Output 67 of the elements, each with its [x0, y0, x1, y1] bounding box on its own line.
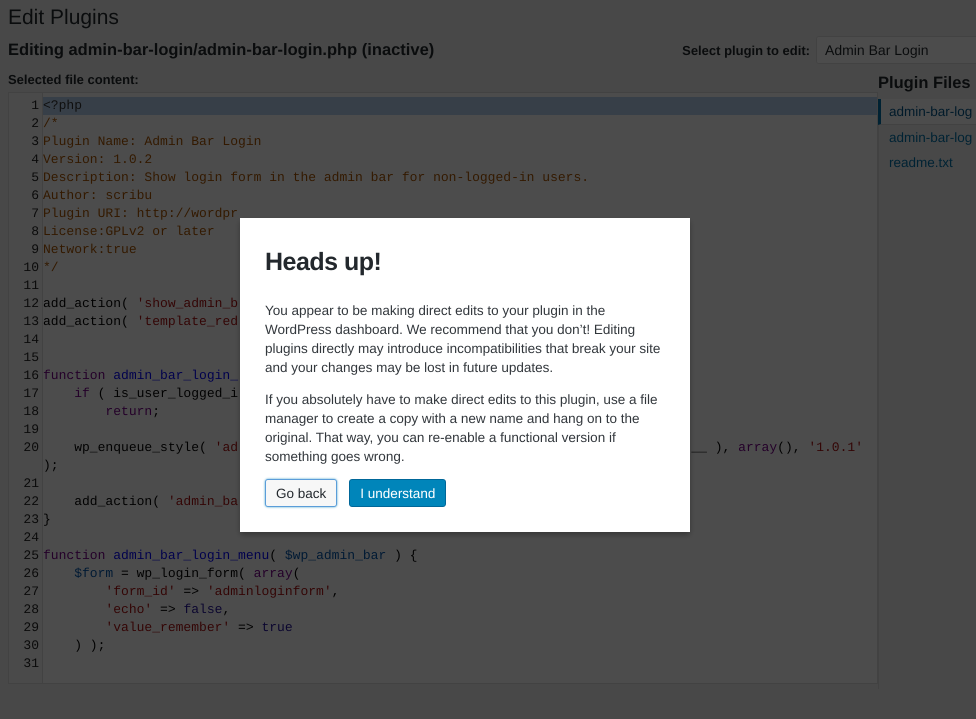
line-number: 5 [30, 169, 40, 187]
code-line: Description: Show login form in the admin bar for non-logged-in users. [43, 169, 590, 187]
code-line: ) ); [73, 637, 106, 655]
code-line: $form = wp_login_form( array( [73, 565, 300, 583]
editing-heading: Editing admin-bar-login/admin-bar-login.php (inactive) [8, 40, 434, 60]
plugin-files-heading: Plugin Files [878, 73, 972, 94]
page-title: Edit Plugins [8, 5, 120, 31]
code-line: /* [43, 115, 59, 133]
code-line: function admin_bar_login_menu( $wp_admin_bar ) { [43, 547, 418, 565]
line-number: 3 [30, 133, 40, 151]
line-number: 30 [22, 637, 40, 655]
dialog-text: If you absolutely have to make direct edits to this plugin, use a file manager to create a copy with a new name and hang on to the original. That way, you can re-enable a functional version if something goes wrong. [265, 391, 658, 466]
line-number: 21 [22, 475, 40, 493]
line-number: 1 [30, 97, 40, 115]
code-line: 'value_remember' => true [104, 619, 293, 637]
dialog-text: You appear to be making direct edits to your plugin in the WordPress dashboard. We recommend that you don’t! Editing plugins directly may introduce incompatibilities that break your site and your changes may be lost in future updates. [265, 302, 662, 377]
code-line: wp_enqueue_style( 'ad [73, 439, 238, 457]
back-button[interactable]: Go back [265, 479, 338, 507]
line-number: 2 [30, 115, 40, 133]
code-line: __ ), array(), '1.0.1' [691, 439, 863, 457]
code-line: return; [104, 403, 160, 421]
content-label: Selected file content: [8, 71, 140, 89]
code-line: Author: scribu [43, 187, 152, 205]
code-line: function admin_bar_login_ [43, 367, 238, 385]
code-line: } [43, 511, 51, 529]
code-line: if ( is_user_logged_i [73, 385, 238, 403]
line-number: 22 [22, 493, 40, 511]
line-number: 17 [22, 385, 40, 403]
code-line: Plugin Name: Admin Bar Login [43, 133, 262, 151]
line-number: 20 [22, 439, 40, 457]
line-number: 10 [22, 259, 40, 277]
line-number: 26 [22, 565, 40, 583]
confirm-button[interactable]: I understand [349, 479, 446, 507]
code-line: add_action( 'template_red [43, 313, 238, 331]
line-number: 12 [22, 295, 40, 313]
code-line: Version: 1.0.2 [43, 151, 152, 169]
line-number: 6 [30, 187, 40, 205]
line-number: 19 [22, 421, 40, 439]
code-line: add_action( 'admin_ba [73, 493, 238, 511]
line-number: 7 [30, 205, 40, 223]
line-number: 9 [30, 241, 40, 259]
line-number: 15 [22, 349, 40, 367]
code-line: Plugin URI: http://wordpr [43, 205, 238, 223]
line-number: 24 [22, 529, 40, 547]
code-line: 'form_id' => 'adminloginform', [104, 583, 340, 601]
line-number: 16 [22, 367, 40, 385]
dialog-title: Heads up! [265, 248, 382, 277]
line-number: 8 [30, 223, 40, 241]
line-number: 27 [22, 583, 40, 601]
code-line: 'echo' => false, [104, 601, 230, 619]
select-label: Select plugin to edit: [682, 42, 810, 58]
line-number: 31 [22, 655, 40, 673]
line-number: 29 [22, 619, 40, 637]
line-number: 13 [22, 313, 40, 331]
code-line: <?php [43, 97, 82, 115]
code-line: */ [43, 259, 59, 277]
line-number: 25 [22, 547, 40, 565]
line-number: 28 [22, 601, 40, 619]
line-number: 23 [22, 511, 40, 529]
line-number: 18 [22, 403, 40, 421]
code-line: Network:true [43, 241, 137, 259]
line-number: 4 [30, 151, 40, 169]
code-line: add_action( 'show_admin_b [43, 295, 238, 313]
line-number: 11 [22, 277, 40, 295]
line-number: 14 [22, 331, 40, 349]
code-line: License:GPLv2 or later [43, 223, 215, 241]
code-line: ); [43, 457, 59, 475]
